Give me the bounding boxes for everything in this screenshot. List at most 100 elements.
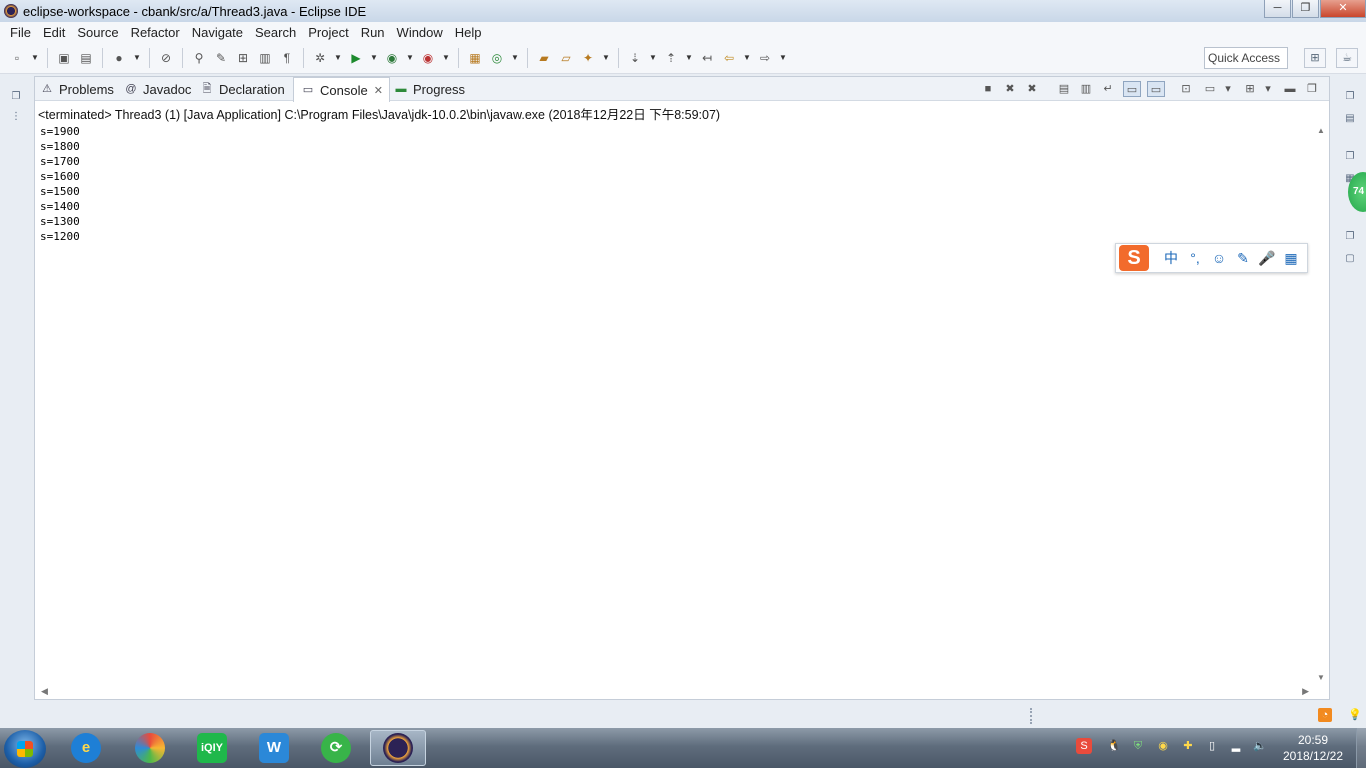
minimize-button[interactable]: ─ [1264,0,1291,18]
last-edit-icon[interactable]: ↤ [698,49,716,67]
new-class-icon[interactable]: ◎ [488,49,506,67]
chevron-down-icon[interactable]: ▾ [1259,81,1277,97]
menu-project[interactable]: Project [302,25,354,40]
chevron-down-icon[interactable]: ▼ [742,49,752,67]
handwriting-icon[interactable]: ✎ [1231,250,1255,267]
browser-tray-icon[interactable]: ◉ [1155,738,1171,754]
tip-bulb-icon[interactable]: 💡 [1348,708,1362,722]
open-perspective-icon[interactable]: ⊞ [1304,48,1326,68]
device-icon[interactable]: ▯ [1204,738,1220,754]
remove-launch-icon[interactable]: ✖ [1001,81,1019,97]
clear-console-icon[interactable]: ▤ [1055,81,1073,97]
taskbar-app-iqiyi[interactable]: iQIY [184,730,240,766]
word-wrap-icon[interactable]: ↵ [1099,81,1117,97]
taskbar-app-refresh[interactable]: ⟳ [308,730,364,766]
forward-icon[interactable]: ⇨ [756,49,774,67]
console-output[interactable]: s=1900 s=1800 s=1700 s=1600 s=1500 s=140… [40,124,80,244]
new-icon[interactable]: ▫ [8,49,26,67]
tab-javadoc[interactable]: @ Javadoc [123,77,191,101]
minimize-view-icon[interactable]: ▬ [1281,81,1299,97]
next-annotation-icon[interactable]: ⇣ [626,49,644,67]
show-on-stderr-icon[interactable]: ▭ [1147,81,1165,97]
taskbar-app-wps[interactable]: W [246,730,302,766]
scroll-left-icon[interactable]: ◀ [41,686,48,697]
chevron-down-icon[interactable]: ▾ [1219,81,1237,97]
scroll-up-icon[interactable]: ▲ [1317,126,1325,135]
chevron-down-icon[interactable]: ▼ [601,49,611,67]
menu-window[interactable]: Window [391,25,449,40]
show-desktop-button[interactable] [1356,728,1366,768]
vertical-scrollbar[interactable]: ▲ ▼ [1313,124,1329,684]
restore-icon[interactable]: ❐ [9,90,23,104]
search-icon[interactable]: ✦ [579,49,597,67]
pilcrow-icon[interactable]: ¶ [278,49,296,67]
open-type-icon[interactable]: ▰ [535,49,553,67]
menu-navigate[interactable]: Navigate [186,25,249,40]
save-icon[interactable]: ▣ [55,49,73,67]
external-tools-icon[interactable]: ◉ [419,49,437,67]
chevron-down-icon[interactable]: ▼ [648,49,658,67]
package-explorer-icon[interactable]: ⋮ [9,110,23,124]
pin-console-icon[interactable]: ⊡ [1177,81,1195,97]
menu-edit[interactable]: Edit [37,25,71,40]
menu-source[interactable]: Source [71,25,124,40]
display-console-icon[interactable]: ▭ [1201,81,1219,97]
menu-file[interactable]: File [4,25,37,40]
maximize-view-icon[interactable]: ❐ [1303,81,1321,97]
skip-breakpoints-icon[interactable]: ⊘ [157,49,175,67]
scroll-right-icon[interactable]: ▶ [1302,686,1309,697]
volume-icon[interactable]: 🔈 [1252,738,1268,754]
tab-console[interactable]: ▭ Console ✕ [293,77,390,102]
run-icon[interactable]: ▶ [347,49,365,67]
menu-run[interactable]: Run [355,25,391,40]
chevron-down-icon[interactable]: ▼ [778,49,788,67]
scroll-lock-icon[interactable]: ▥ [1077,81,1095,97]
tab-progress[interactable]: ▬ Progress [393,77,466,101]
task-list-icon[interactable]: ▤ [1343,112,1357,126]
qq-icon[interactable]: 🐧 [1106,738,1122,754]
tab-declaration[interactable]: 🗎 Declaration [199,77,285,101]
chevron-down-icon[interactable]: ▼ [441,49,451,67]
chevron-down-icon[interactable]: ▼ [30,49,40,67]
taskbar-app-eclipse[interactable] [370,730,426,766]
close-button[interactable]: ✕ [1320,0,1366,18]
toolbox-icon[interactable]: ▦ [1279,250,1303,267]
restore-icon[interactable]: ❐ [1343,230,1357,244]
close-icon[interactable]: ✕ [374,84,383,97]
chevron-down-icon[interactable]: ▼ [684,49,694,67]
edit-icon[interactable]: ✎ [212,49,230,67]
save-all-icon[interactable]: ▤ [77,49,95,67]
punctuation-button[interactable]: °, [1183,250,1207,266]
quick-access-input[interactable]: Quick Access [1204,47,1288,69]
java-perspective-icon[interactable]: ☕ [1336,48,1358,68]
microphone-icon[interactable]: 🎤 [1255,250,1279,267]
taskbar-app-colorful[interactable] [122,730,178,766]
sogou-logo[interactable]: S [1119,245,1149,271]
rss-icon[interactable]: ◔ [1318,708,1332,722]
emoji-icon[interactable]: ☺ [1207,250,1231,266]
restore-button[interactable]: ❐ [1292,0,1319,18]
menu-help[interactable]: Help [449,25,488,40]
network-icon[interactable]: ▂ [1228,738,1244,754]
open-folder-icon[interactable]: ▱ [557,49,575,67]
prev-annotation-icon[interactable]: ⇡ [662,49,680,67]
block-icon[interactable]: ⊞ [234,49,252,67]
horizontal-scrollbar[interactable]: ◀ ▶ [35,685,1315,699]
terminate-icon[interactable]: ■ [979,81,997,97]
open-console-icon[interactable]: ⊞ [1241,81,1259,97]
chevron-down-icon[interactable]: ▼ [369,49,379,67]
chevron-down-icon[interactable]: ▼ [132,49,142,67]
show-on-stdout-icon[interactable]: ▭ [1123,81,1141,97]
sogou-tray-icon[interactable]: S [1076,738,1092,754]
chevron-down-icon[interactable]: ▼ [510,49,520,67]
document-icon[interactable]: ▥ [256,49,274,67]
shield-icon[interactable]: ⛨ [1130,738,1146,754]
chevron-down-icon[interactable]: ▼ [405,49,415,67]
start-button[interactable] [4,730,46,768]
coverage-icon[interactable]: ◉ [383,49,401,67]
debug-icon[interactable]: ✲ [311,49,329,67]
chevron-down-icon[interactable]: ▼ [333,49,343,67]
profile-icon[interactable]: ● [110,49,128,67]
back-icon[interactable]: ⇦ [720,49,738,67]
restore-icon[interactable]: ❐ [1343,90,1357,104]
